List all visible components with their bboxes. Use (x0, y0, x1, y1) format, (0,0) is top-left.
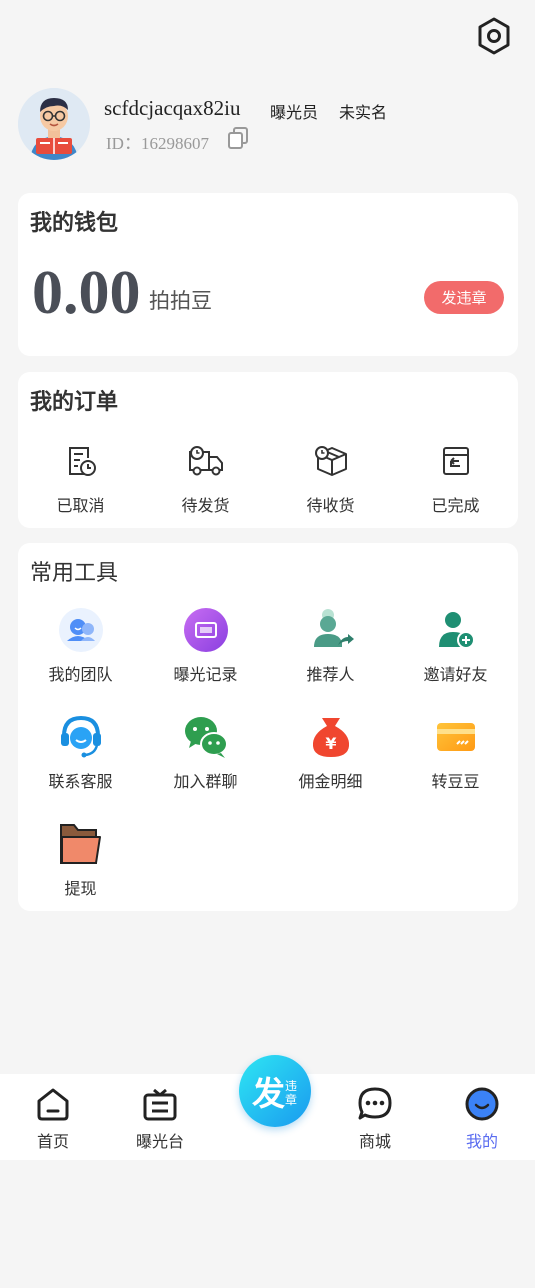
tool-label: 联系客服 (48, 772, 113, 791)
truck-icon (188, 446, 223, 476)
publish-violation-button[interactable]: 发 违章 (239, 1055, 311, 1127)
tool-label: 佣金明细 (298, 772, 363, 791)
wallet-title: 我的钱包 (30, 211, 119, 236)
settings-button[interactable] (474, 16, 514, 56)
verify-tag[interactable]: 未实名 (339, 99, 387, 123)
order-label: 已完成 (431, 496, 480, 515)
copy-icon (228, 127, 248, 149)
exposure-record-icon (183, 608, 228, 652)
svg-text:¥: ¥ (325, 734, 336, 753)
home-icon (37, 1088, 69, 1121)
tool-withdraw[interactable]: 提现 (18, 821, 143, 899)
tab-exposure-desk[interactable]: 曝光台 (115, 1084, 205, 1152)
wechat-group-icon (184, 717, 228, 758)
order-to-receive[interactable]: 待收货 (268, 438, 393, 516)
tool-label: 邀请好友 (423, 665, 488, 684)
tool-label: 我的团队 (48, 665, 113, 684)
chat-mall-icon (358, 1087, 392, 1120)
tool-my-team[interactable]: 我的团队 (18, 607, 143, 685)
package-icon (314, 446, 347, 476)
cancelled-order-icon (68, 447, 96, 476)
tool-exposure-record[interactable]: 曝光记录 (143, 607, 268, 685)
tab-label: 曝光台 (135, 1132, 184, 1151)
tool-transfer-beans[interactable]: 转豆豆 (393, 714, 518, 792)
tool-referrer[interactable]: 推荐人 (268, 607, 393, 685)
tool-commission-detail[interactable]: ¥ 佣金明细 (268, 714, 393, 792)
profile-smile-icon (465, 1087, 499, 1121)
tool-customer-service[interactable]: 联系客服 (18, 714, 143, 792)
tab-label: 首页 (36, 1132, 69, 1151)
tool-label: 推荐人 (306, 665, 355, 684)
copy-id-button[interactable] (227, 126, 249, 150)
order-label: 已取消 (56, 496, 105, 515)
order-completed[interactable]: 已完成 (393, 438, 518, 516)
orders-title: 我的订单 (30, 390, 119, 415)
referrer-icon (313, 609, 354, 647)
tool-join-group[interactable]: 加入群聊 (143, 714, 268, 792)
order-to-ship[interactable]: 待发货 (143, 438, 268, 516)
exposure-desk-icon (143, 1088, 177, 1121)
wallet-unit: 拍拍豆 (149, 289, 212, 313)
settings-hexagon-icon (478, 17, 510, 55)
order-cancelled[interactable]: 已取消 (18, 438, 143, 516)
folder-withdraw-icon (59, 824, 101, 864)
tool-label: 曝光记录 (173, 665, 238, 684)
tools-card: 常用工具 我的团队 曝光记录 推荐人 邀请好友 联系客服 加入群聊 ¥ 佣金明细… (18, 543, 518, 911)
tools-title: 常用工具 (30, 561, 119, 586)
tool-label: 转豆豆 (431, 772, 480, 791)
tab-mine[interactable]: 我的 (437, 1084, 527, 1152)
team-icon (58, 608, 103, 652)
money-bag-icon: ¥ (312, 718, 349, 757)
tool-label: 提现 (64, 879, 97, 898)
user-id: ID：16298607 (106, 134, 209, 153)
order-label: 待收货 (306, 496, 355, 515)
avatar[interactable] (18, 88, 90, 160)
role-tag: 曝光员 (270, 103, 319, 122)
tab-home[interactable]: 首页 (8, 1084, 98, 1152)
username: scfdcjacqax82iu (104, 96, 241, 120)
tool-label: 加入群聊 (173, 772, 238, 791)
wallet-balance: 0.00 (32, 259, 141, 327)
report-violation-button[interactable]: 发违章 (424, 281, 504, 314)
wallet-card: 我的钱包 0.00 拍拍豆 发违章 (18, 193, 518, 356)
profile-header: scfdcjacqax82iu 曝光员 未实名 ID：16298607 (18, 88, 518, 164)
completed-box-icon (442, 447, 469, 475)
center-button-small-text: 违章 (285, 1079, 298, 1107)
orders-card: 我的订单 已取消 待发货 待收货 已完成 (18, 372, 518, 528)
card-transfer-icon (436, 723, 475, 751)
tab-mall[interactable]: 商城 (330, 1084, 420, 1152)
tab-label: 商城 (358, 1132, 391, 1151)
invite-friend-icon (438, 612, 475, 649)
tab-label: 我的 (465, 1132, 498, 1151)
center-button-big-text: 发 (252, 1074, 285, 1113)
order-label: 待发货 (181, 496, 230, 515)
tool-invite-friend[interactable]: 邀请好友 (393, 607, 518, 685)
customer-service-icon (60, 715, 101, 758)
